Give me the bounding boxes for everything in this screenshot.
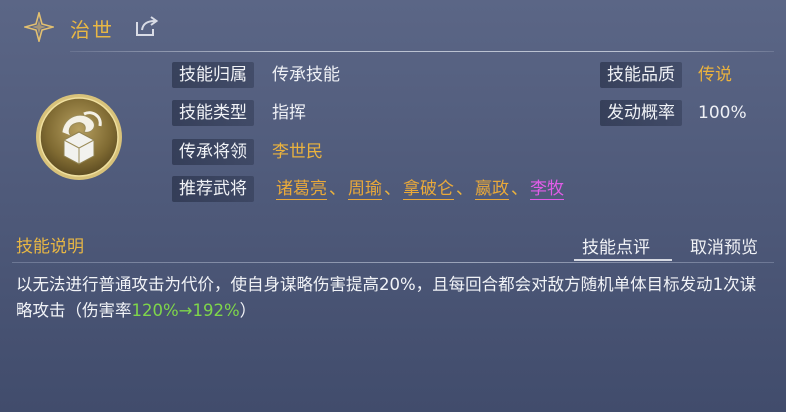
label-skill-belong: 技能归属: [172, 62, 254, 88]
label-recommended-heroes: 推荐武将: [172, 176, 254, 202]
label-inherit-general: 传承将领: [172, 139, 254, 165]
skill-title: 治世: [70, 18, 114, 42]
value-trigger-rate: 100%: [698, 103, 747, 123]
damage-rate: 120%→192%: [131, 301, 240, 320]
compass-star-icon: [24, 12, 54, 42]
skill-description: 以无法进行普通攻击为代价，使自身谋略伤害提高20%，且每回合都会对敌方随机单体目…: [16, 275, 757, 320]
tab-skill-review[interactable]: 技能点评: [582, 233, 650, 258]
share-icon[interactable]: [134, 14, 160, 38]
label-skill-type: 技能类型: [172, 100, 254, 126]
value-skill-type: 指挥: [272, 103, 306, 123]
cancel-preview-button[interactable]: 取消预览: [690, 233, 758, 258]
label-skill-quality: 技能品质: [600, 62, 682, 88]
skill-medal-icon: [36, 94, 122, 180]
tab-active-underline: [574, 259, 672, 261]
header-divider: [70, 51, 774, 52]
recommended-heroes-list: 诸葛亮、周瑜、拿破仑、嬴政、李牧: [276, 179, 564, 200]
description-divider: [12, 262, 774, 263]
skill-header: 治世: [0, 0, 786, 52]
hero-link[interactable]: 李牧: [530, 179, 564, 200]
hero-link[interactable]: 嬴政: [475, 179, 509, 200]
hero-link[interactable]: 拿破仑: [403, 179, 454, 200]
value-inherit-general: 李世民: [272, 142, 323, 162]
label-trigger-rate: 发动概率: [600, 100, 682, 126]
description-title: 技能说明: [16, 237, 84, 257]
value-skill-quality: 传说: [698, 65, 732, 85]
hero-link[interactable]: 周瑜: [348, 179, 382, 200]
value-skill-belong: 传承技能: [272, 65, 340, 85]
hero-link[interactable]: 诸葛亮: [276, 179, 327, 200]
